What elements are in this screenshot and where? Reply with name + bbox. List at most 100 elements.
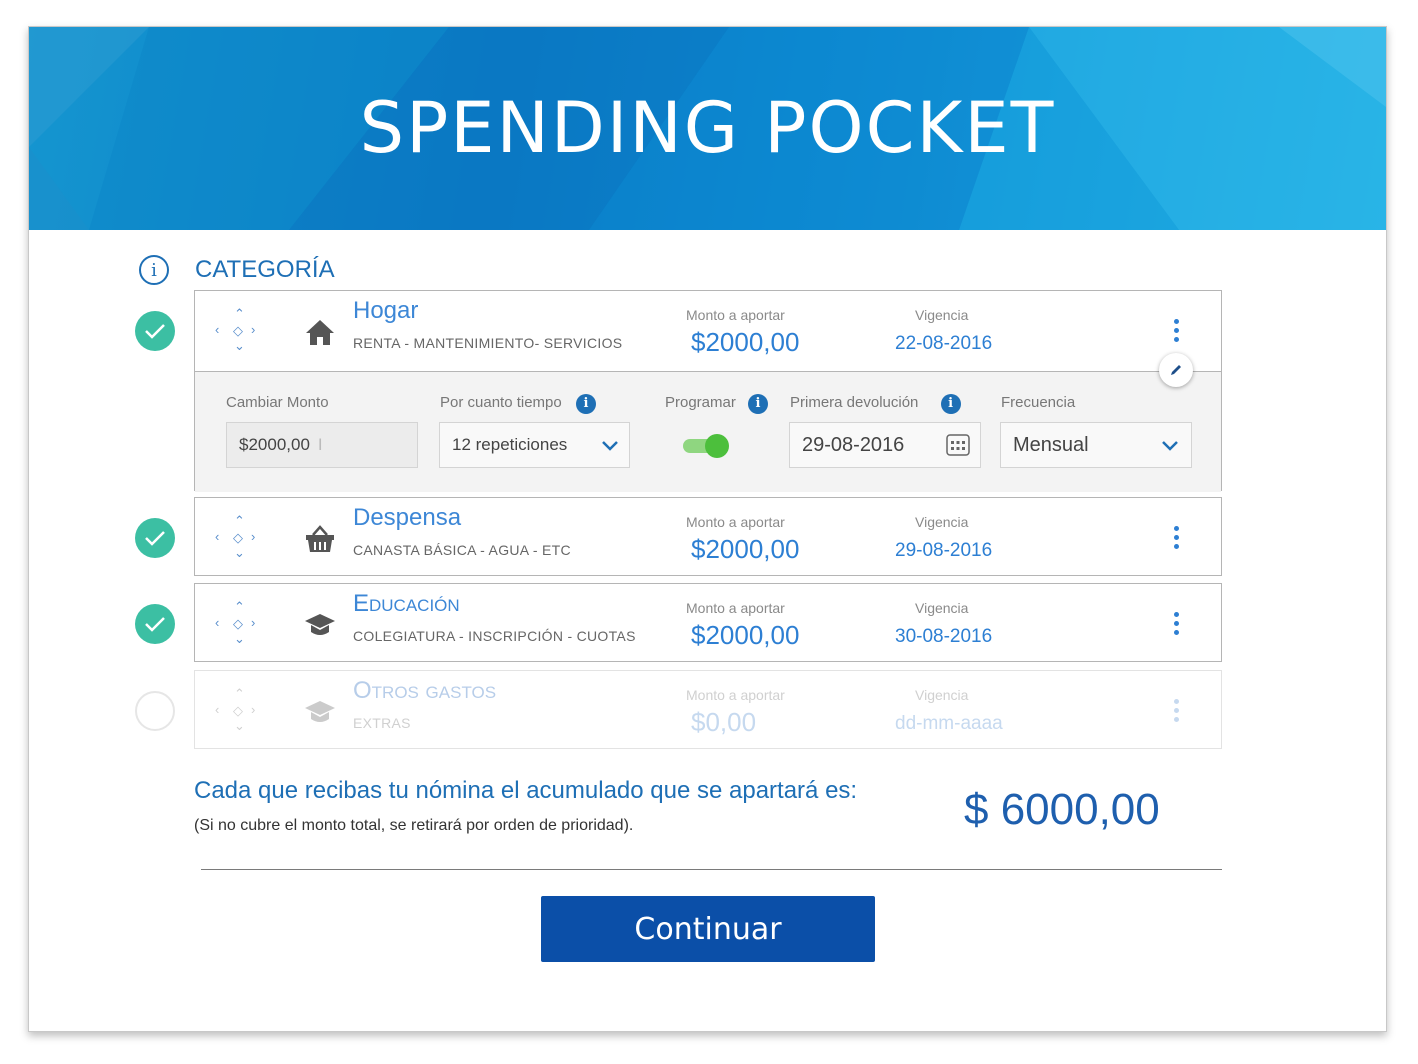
category-card-despensa[interactable]: ⌃ ‹ ◇ › ⌄ Despensa CANASTA BÁSICA - AGUA…: [194, 497, 1222, 576]
check-icon: [145, 617, 165, 632]
category-subtitle: CANASTA BÁSICA - AGUA - ETC: [353, 542, 571, 558]
amount-label: Monto a aportar: [686, 307, 785, 323]
chevron-down-icon: [1162, 441, 1178, 451]
frequency-select[interactable]: Mensual: [1000, 422, 1192, 468]
schedule-label-text: Programar: [665, 394, 736, 411]
category-title: Educación: [353, 590, 460, 617]
check-icon: [145, 531, 165, 546]
first-return-label-text: Primera devolución: [790, 394, 919, 411]
info-icon[interactable]: i: [748, 394, 769, 414]
diamond-icon: ◇: [233, 616, 243, 631]
amount-value: $2000,00: [691, 620, 800, 650]
more-options-icon[interactable]: [1171, 526, 1181, 552]
first-return-date-input[interactable]: 29-08-2016: [789, 422, 981, 468]
chevron-down-icon: [602, 441, 618, 451]
category-subtitle: COLEGIATURA - INSCRIPCIÓN - CUOTAS: [353, 628, 636, 644]
app-title: SPENDING POCKET: [359, 87, 1056, 169]
category-title: Hogar: [353, 297, 419, 324]
toggle-knob: [705, 434, 729, 458]
reorder-handle[interactable]: ⌃ ‹ ◇ › ⌄: [213, 307, 263, 353]
amount-label: Monto a aportar: [686, 687, 785, 703]
category-title: Despensa: [353, 504, 462, 531]
duration-select[interactable]: 12 repeticiones: [439, 422, 630, 468]
header-banner: SPENDING POCKET: [29, 27, 1386, 230]
validity-value: dd-mm-aaaa: [895, 713, 1003, 734]
validity-value: 29-08-2016: [895, 540, 993, 561]
diamond-icon: ◇: [233, 323, 243, 338]
continue-button[interactable]: Continuar: [541, 896, 875, 962]
reorder-handle[interactable]: ⌃ ‹ ◇ › ⌄: [213, 600, 263, 646]
arrow-up-icon: ⌃: [234, 599, 245, 614]
edit-panel: Cambiar Monto $2000,00 I Por cuanto tiem…: [195, 371, 1221, 492]
category-check-despensa[interactable]: [135, 518, 175, 558]
more-options-icon[interactable]: [1171, 319, 1181, 345]
arrow-left-icon: ‹: [215, 615, 220, 630]
arrow-left-icon: ‹: [215, 322, 220, 337]
first-return-label: Primera devolución i: [790, 394, 961, 414]
more-options-icon[interactable]: [1171, 612, 1181, 638]
basket-icon: [306, 525, 334, 552]
app-frame: SPENDING POCKET i CATEGORÍA ⌃ ‹ ◇ › ⌄ Ho…: [28, 26, 1387, 1032]
pencil-icon: [1171, 365, 1181, 375]
schedule-label: Programar i: [665, 394, 769, 414]
validity-label: Vigencia: [915, 600, 969, 616]
arrow-down-icon: ⌄: [234, 718, 245, 733]
arrow-down-icon: ⌄: [234, 545, 245, 560]
amount-value: $2000,00: [691, 327, 800, 357]
total-amount: $ 6000,00: [964, 785, 1160, 834]
arrow-right-icon: ›: [251, 529, 256, 544]
reorder-handle[interactable]: ⌃ ‹ ◇ › ⌄: [213, 687, 263, 733]
graduation-cap-icon: [305, 614, 335, 635]
info-icon[interactable]: i: [940, 394, 961, 414]
validity-value: 30-08-2016: [895, 626, 993, 647]
amount-value: $0,00: [691, 707, 757, 737]
duration-label: Por cuanto tiempo i: [440, 394, 596, 414]
category-subtitle: EXTRAS: [353, 715, 411, 731]
category-card-hogar[interactable]: ⌃ ‹ ◇ › ⌄ Hogar RENTA - MANTENIMIENTO- S…: [194, 290, 1222, 492]
calendar-icon[interactable]: [946, 434, 970, 456]
arrow-right-icon: ›: [251, 615, 256, 630]
validity-label: Vigencia: [915, 687, 969, 703]
category-title: CATEGORÍA: [195, 256, 335, 283]
amount-label: Monto a aportar: [686, 514, 785, 530]
divider: [201, 869, 1222, 870]
arrow-right-icon: ›: [251, 322, 256, 337]
edit-button[interactable]: [1159, 353, 1193, 387]
reorder-handle[interactable]: ⌃ ‹ ◇ › ⌄: [213, 514, 263, 560]
category-check-hogar[interactable]: [135, 311, 175, 351]
category-check-educacion[interactable]: [135, 604, 175, 644]
text-cursor-icon: I: [317, 435, 323, 454]
category-card-otros[interactable]: ⌃ ‹ ◇ › ⌄ Otros gastos EXTRAS Monto a ap…: [194, 670, 1222, 749]
duration-label-text: Por cuanto tiempo: [440, 394, 562, 411]
diamond-icon: ◇: [233, 530, 243, 545]
amount-value: $2000,00: [691, 534, 800, 564]
amount-label: Monto a aportar: [686, 600, 785, 616]
change-amount-label: Cambiar Monto: [226, 394, 329, 411]
arrow-down-icon: ⌄: [234, 338, 245, 353]
change-amount-input[interactable]: $2000,00 I: [226, 422, 418, 468]
info-circle-icon[interactable]: i: [139, 255, 169, 285]
house-icon: [306, 320, 334, 345]
arrow-left-icon: ‹: [215, 702, 220, 717]
category-subtitle: RENTA - MANTENIMIENTO- SERVICIOS: [353, 335, 623, 351]
category-check-otros[interactable]: [135, 691, 175, 731]
arrow-up-icon: ⌃: [234, 513, 245, 528]
validity-value: 22-08-2016: [895, 333, 993, 354]
check-icon: [145, 324, 165, 339]
duration-value: 12 repeticiones: [452, 435, 568, 454]
first-return-value: 29-08-2016: [802, 433, 905, 456]
category-card-educacion[interactable]: ⌃ ‹ ◇ › ⌄ Educación COLEGIATURA - INSCRI…: [194, 583, 1222, 662]
category-header: i CATEGORÍA: [139, 253, 335, 287]
summary-note: (Si no cubre el monto total, se retirará…: [194, 817, 634, 834]
arrow-down-icon: ⌄: [234, 631, 245, 646]
arrow-right-icon: ›: [251, 702, 256, 717]
validity-label: Vigencia: [915, 514, 969, 530]
schedule-toggle[interactable]: [683, 434, 729, 458]
more-options-icon[interactable]: [1171, 699, 1181, 725]
info-icon[interactable]: i: [575, 394, 596, 414]
frequency-label: Frecuencia: [1001, 394, 1076, 411]
arrow-up-icon: ⌃: [234, 306, 245, 321]
arrow-left-icon: ‹: [215, 529, 220, 544]
summary-text: Cada que recibas tu nómina el acumulado …: [194, 777, 858, 804]
category-title: Otros gastos: [353, 677, 497, 704]
